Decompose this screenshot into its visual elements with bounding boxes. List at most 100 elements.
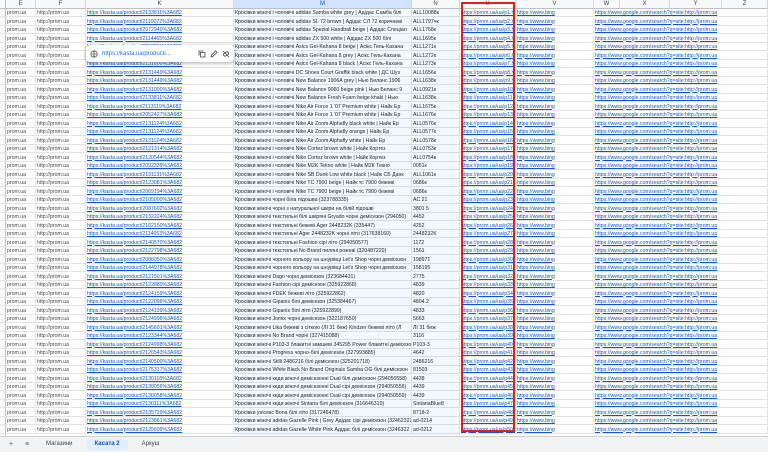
cell-v[interactable]: https://www.bing	[516, 247, 594, 255]
cell-n[interactable]: ALL1638к	[412, 94, 460, 102]
cell-f[interactable]: http://prom.ua	[36, 179, 86, 187]
cell-u[interactable]: https://prom.ua/ua/p13.html	[460, 111, 516, 119]
cell-m[interactable]: Кросівки жіночі кеди жіночі демісезонні …	[234, 391, 412, 400]
cell-w[interactable]: https://www.google.com/search?q=site:htt…	[594, 85, 768, 94]
cell-w[interactable]: https://www.google.com/search?q=site:htt…	[594, 408, 768, 417]
cell-e[interactable]: prom.ua	[6, 247, 36, 255]
cell-e[interactable]: prom.ua	[6, 94, 36, 102]
cell-u[interactable]: https://prom.ua/ua/p9.html	[460, 77, 516, 85]
cell-k[interactable]: https://kasta.ua/product/2144978%3A682	[86, 264, 234, 272]
cell-m[interactable]: Кросівки жіночі чорні з натуральної шкір…	[234, 204, 412, 213]
cell-m[interactable]: Кросівки жіночі і чоловічі New Balance F…	[234, 94, 412, 102]
cell-n[interactable]: 2448232K	[412, 230, 460, 238]
cell-v[interactable]: https://www.bing	[516, 9, 594, 17]
cell-u[interactable]: https://prom.ua/ua/p47.html	[460, 400, 516, 408]
cell-w[interactable]: https://www.google.com/search?q=site:htt…	[594, 43, 768, 51]
cell-u[interactable]: https://prom.ua/ua/p48.html	[460, 408, 516, 417]
cell-v[interactable]: https://www.bing	[516, 68, 594, 77]
cell-e[interactable]: prom.ua	[6, 230, 36, 238]
column-header-y[interactable]: Y	[670, 0, 722, 9]
cell-n[interactable]: ЛІ 31 беж	[412, 323, 460, 332]
cell-w[interactable]: https://www.google.com/search?q=site:htt…	[594, 111, 768, 119]
cell-v[interactable]: https://www.bing	[516, 298, 594, 306]
cell-n[interactable]: 0051к	[412, 162, 460, 170]
cell-v[interactable]: https://www.bing	[516, 213, 594, 221]
cell-k[interactable]: https://kasta.ua/product/2131131%3A682	[86, 170, 234, 179]
cell-n[interactable]: 4452	[412, 213, 460, 221]
cell-w[interactable]: https://www.google.com/search?q=site:htt…	[594, 417, 768, 425]
cell-n[interactable]: 3116	[412, 332, 460, 340]
cell-e[interactable]: prom.ua	[6, 315, 36, 323]
cell-k[interactable]: https://kasta.ua/product/2123861%3A682	[86, 417, 234, 425]
cell-u[interactable]: https://prom.ua/ua/p43.html	[460, 366, 516, 374]
cell-v[interactable]: https://www.bing	[516, 196, 594, 204]
cell-v[interactable]: https://www.bing	[516, 179, 594, 187]
cell-f[interactable]: http://prom.ua	[36, 408, 86, 417]
cell-w[interactable]: https://www.google.com/search?q=site:htt…	[594, 94, 768, 102]
cell-u[interactable]: https://prom.ua/ua/p21.html	[460, 179, 516, 187]
cell-n[interactable]: ALL0754к	[412, 153, 460, 162]
cell-m[interactable]: Кросівки жіночі кеди жіночі демісезонні …	[234, 374, 412, 383]
cell-w[interactable]: https://www.google.com/search?q=site:htt…	[594, 68, 768, 77]
cell-n[interactable]: ALL1273к	[412, 60, 460, 68]
cell-u[interactable]: https://prom.ua/ua/p32.html	[460, 272, 516, 281]
cell-m[interactable]: Кросівки жіночі FDEK бежеві літо (325922…	[234, 289, 412, 298]
cell-e[interactable]: prom.ua	[6, 196, 36, 204]
cell-w[interactable]: https://www.google.com/search?q=site:htt…	[594, 187, 768, 196]
cell-v[interactable]: https://www.bing	[516, 255, 594, 264]
cell-f[interactable]: http://prom.ua	[36, 153, 86, 162]
cell-u[interactable]: https://prom.ua/ua/p1.html	[460, 9, 516, 17]
cell-f[interactable]: http://prom.ua	[36, 26, 86, 34]
cell-w[interactable]: https://www.google.com/search?q=site:htt…	[594, 247, 768, 255]
cell-m[interactable]: Кросівки жіночі і чоловічі Nike Cortez b…	[234, 153, 412, 162]
cell-f[interactable]: http://prom.ua	[36, 51, 86, 60]
cell-n[interactable]: 8718-2	[412, 408, 460, 417]
cell-m[interactable]: Кросівки жіночі і чоловічі Nike Air Zoom…	[234, 119, 412, 128]
cell-n[interactable]: 0686к	[412, 179, 460, 187]
cell-v[interactable]: https://www.bing	[516, 264, 594, 272]
cell-w[interactable]: https://www.google.com/search?q=site:htt…	[594, 374, 768, 383]
cell-w[interactable]: https://www.google.com/search?q=site:htt…	[594, 128, 768, 136]
cell-n[interactable]: 81503	[412, 366, 460, 374]
cell-k[interactable]: https://kasta.ua/product/2140570%3A682	[86, 238, 234, 247]
cell-e[interactable]: prom.ua	[6, 34, 36, 43]
cell-n[interactable]: 4439	[412, 383, 460, 391]
cell-k[interactable]: https://kasta.ua/product/2130058%3A682	[86, 391, 234, 400]
column-header-m[interactable]: M	[234, 0, 412, 9]
edit-icon[interactable]	[210, 49, 218, 58]
cell-k[interactable]: https://kasta.ua/product/2124199%3A682	[86, 306, 234, 315]
cell-f[interactable]: http://prom.ua	[36, 43, 86, 51]
cell-w[interactable]: https://www.google.com/search?q=site:htt…	[594, 272, 768, 281]
column-header-w[interactable]: W	[594, 0, 620, 9]
cell-v[interactable]: https://www.bing	[516, 315, 594, 323]
cell-e[interactable]: prom.ua	[6, 43, 36, 51]
cell-w[interactable]: https://www.google.com/search?q=site:htt…	[594, 77, 768, 85]
column-header-k[interactable]: K	[86, 0, 234, 9]
cell-v[interactable]: https://www.bing	[516, 153, 594, 162]
cell-n[interactable]: ALL1675к	[412, 102, 460, 111]
cell-k[interactable]: https://kasta.ua/product/2145601%3A682	[86, 323, 234, 332]
cell-v[interactable]: https://www.bing	[516, 221, 594, 230]
cell-e[interactable]: prom.ua	[6, 383, 36, 391]
cell-v[interactable]: https://www.bing	[516, 408, 594, 417]
cell-u[interactable]: https://prom.ua/ua/p38.html	[460, 323, 516, 332]
cell-w[interactable]: https://www.google.com/search?q=site:htt…	[594, 26, 768, 34]
cell-k[interactable]: https://kasta.ua/product/2092339%3A682	[86, 162, 234, 170]
cell-m[interactable]: Кросівки жіночі і чоловічі adidas Samba …	[234, 9, 412, 17]
cell-e[interactable]: prom.ua	[6, 119, 36, 128]
cell-m[interactable]: Кросівки жіночі White Black No Brand Ori…	[234, 366, 412, 374]
cell-v[interactable]: https://www.bing	[516, 425, 594, 434]
cell-v[interactable]: https://www.bing	[516, 306, 594, 315]
cell-f[interactable]: http://prom.ua	[36, 323, 86, 332]
cell-u[interactable]: https://prom.ua/ua/p27.html	[460, 230, 516, 238]
cell-f[interactable]: http://prom.ua	[36, 289, 86, 298]
cell-u[interactable]: https://prom.ua/ua/p45.html	[460, 383, 516, 391]
cell-w[interactable]: https://www.google.com/search?q=site:htt…	[594, 119, 768, 128]
column-header-z[interactable]: Z	[722, 0, 768, 9]
cell-n[interactable]: 4820	[412, 289, 460, 298]
sheet-tab[interactable]: Магазини	[38, 439, 81, 450]
cell-n[interactable]: ALL1797чк	[412, 17, 460, 26]
cell-m[interactable]: Кросівки жіночі текстильні Ager 2448232K…	[234, 230, 412, 238]
cell-v[interactable]: https://www.bing	[516, 17, 594, 26]
cell-n[interactable]: ALL0576к	[412, 119, 460, 128]
